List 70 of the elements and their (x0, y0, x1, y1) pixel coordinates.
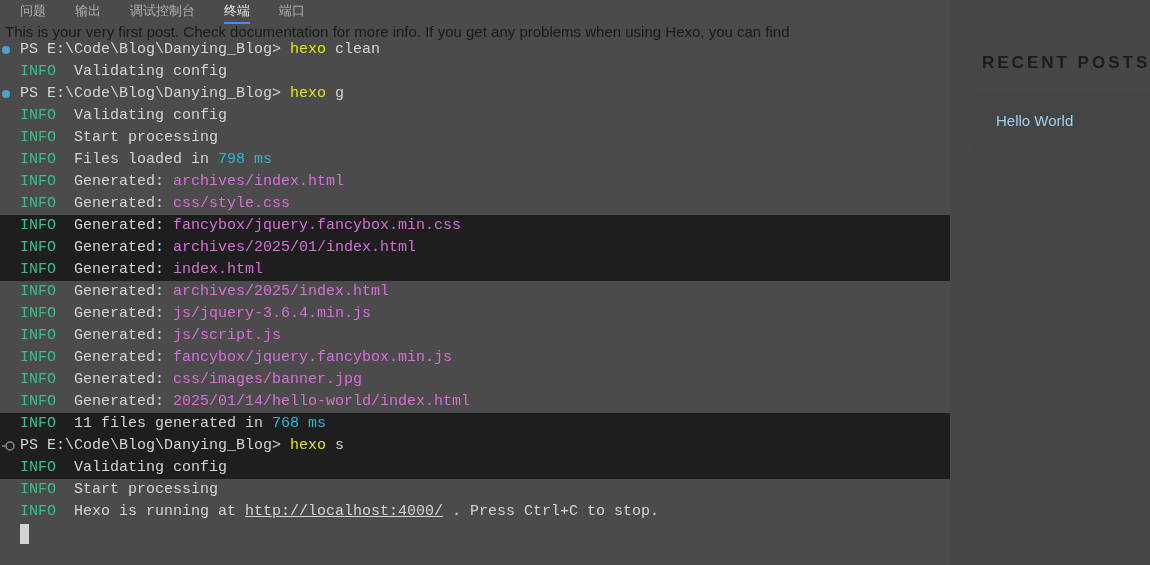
log-level-label: INFO (20, 171, 57, 192)
terminal-text: clean (334, 39, 381, 60)
panel-tab[interactable]: 端口 (279, 0, 305, 24)
terminal-text: css/style.css (173, 193, 291, 214)
terminal-text: hexo (290, 39, 327, 60)
terminal-text: archives/index.html (173, 171, 345, 192)
log-level-label: INFO (20, 303, 57, 324)
log-level-label: INFO (20, 391, 57, 412)
terminal-text: 2025/01/14/hello-world/index.html (173, 391, 471, 412)
terminal-text: PS E:\Code\Blog\Danying_Blog> (20, 435, 283, 456)
terminal-text: Generated: (74, 303, 165, 324)
log-level-label: INFO (20, 105, 57, 126)
panel-tab[interactable]: 终端 (224, 0, 250, 24)
terminal-text: archives/2025/01/index.html (173, 237, 417, 258)
log-level-label: INFO (20, 259, 57, 280)
terminal-text: s (334, 435, 345, 456)
terminal-text: Start processing (74, 127, 219, 148)
terminal-text: Generated: (74, 347, 165, 368)
terminal-text: Generated: (74, 237, 165, 258)
terminal-text: Generated: (74, 325, 165, 346)
url-link[interactable]: http://localhost:4000/ (245, 500, 444, 524)
circle-icon[interactable] (2, 440, 16, 452)
terminal-text: . Press Ctrl+C to stop. (451, 501, 660, 522)
terminal-text: Start processing (74, 479, 219, 500)
terminal-text: archives/2025/index.html (173, 281, 390, 302)
terminal-text: Generated: (74, 193, 165, 214)
log-level-label: INFO (20, 61, 57, 82)
post-link[interactable]: Hello World (996, 109, 1150, 133)
panel-tab[interactable]: 输出 (75, 0, 101, 24)
terminal-text: Generated: (74, 369, 165, 390)
terminal-text: Hexo is running at (74, 501, 238, 522)
log-level-label: INFO (20, 369, 57, 390)
terminal-text: Validating config (74, 457, 228, 478)
terminal-text: PS E:\Code\Blog\Danying_Blog> (20, 40, 283, 60)
log-level-label: INFO (20, 413, 57, 434)
log-level-label: INFO (20, 127, 57, 148)
terminal-text: fancybox/jquery.fancybox.min.css (173, 215, 462, 236)
terminal-text: js/script.js (173, 325, 282, 346)
log-level-label: INFO (20, 347, 57, 368)
terminal-text: fancybox/jquery.fancybox.min.js (173, 347, 453, 368)
terminal-text: css/images/banner.jpg (173, 369, 363, 390)
terminal-text: hexo (290, 83, 327, 104)
log-level-label: INFO (20, 149, 57, 170)
terminal-text: Files loaded in (74, 149, 211, 170)
terminal-text: 798 ms (218, 149, 273, 170)
terminal-text: Generated: (74, 259, 165, 280)
log-level-label: INFO (20, 501, 57, 522)
log-level-label: INFO (20, 193, 57, 214)
terminal-text: 768 ms (272, 413, 327, 434)
terminal-text: Generated: (74, 215, 165, 236)
terminal-text: hexo (290, 435, 327, 456)
terminal-text: index.html (173, 259, 264, 280)
log-level-label: INFO (20, 457, 57, 478)
log-level-label: INFO (20, 479, 57, 500)
terminal-text: g (334, 83, 345, 104)
log-level-label: INFO (20, 215, 57, 236)
terminal-text: Generated: (74, 171, 165, 192)
log-level-label: INFO (20, 281, 57, 302)
log-level-label: INFO (20, 237, 57, 258)
terminal-text: Validating config (74, 61, 228, 82)
terminal-text: Generated: (74, 391, 165, 412)
terminal-cursor (20, 524, 29, 544)
panel-tab[interactable]: 调试控制台 (130, 0, 195, 24)
terminal-text: js/jquery-3.6.4.min.js (173, 303, 372, 324)
terminal-text: Generated: (74, 281, 165, 302)
log-level-label: INFO (20, 325, 57, 346)
panel-tab[interactable]: 问题 (20, 0, 46, 24)
terminal-text: Validating config (74, 105, 228, 126)
terminal-text: 11 files generated in (74, 413, 265, 434)
terminal-text: PS E:\Code\Blog\Danying_Blog> (20, 83, 283, 104)
